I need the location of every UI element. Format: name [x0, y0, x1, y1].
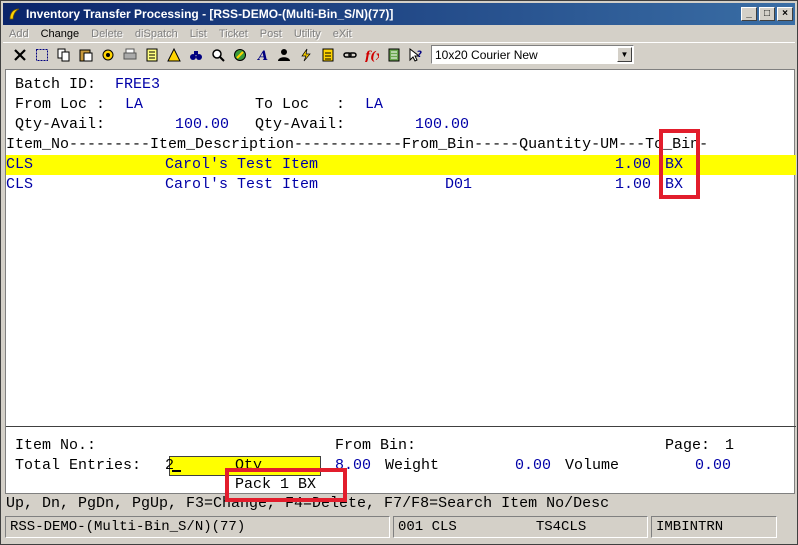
svg-text:?: ? — [417, 50, 422, 60]
select-icon[interactable] — [31, 44, 52, 65]
font-icon[interactable]: A — [251, 44, 272, 65]
maximize-button[interactable]: □ — [759, 7, 775, 21]
close-button[interactable]: × — [777, 7, 793, 21]
font-size-select-value: 10x20 Courier New — [435, 47, 538, 62]
row-item-no[interactable]: CLS — [6, 155, 33, 175]
window-title: Inventory Transfer Processing - [RSS-DEM… — [26, 7, 394, 21]
magnifier-icon[interactable] — [207, 44, 228, 65]
svg-text:A: A — [256, 49, 268, 62]
page-value: 1 — [725, 437, 735, 454]
menu-exit[interactable]: eXit — [333, 28, 352, 40]
application-window: Inventory Transfer Processing - [RSS-DEM… — [0, 0, 798, 545]
footer-divider — [6, 426, 796, 427]
menu-bar: Add Change Delete diSpatch List Ticket P… — [3, 25, 795, 43]
menu-add[interactable]: Add — [9, 28, 29, 40]
pack-annotation-box — [225, 468, 347, 502]
volume-label: Volume — [565, 457, 620, 474]
from-qty-avail-label: Qty-Avail: — [15, 116, 106, 133]
to-loc-label: To Loc : — [255, 96, 346, 113]
to-loc-value[interactable]: LA — [365, 95, 383, 115]
batch-id-value[interactable]: FREE3 — [115, 75, 160, 95]
menu-utility[interactable]: Utility — [294, 28, 321, 40]
menu-change[interactable]: Change — [41, 28, 80, 40]
row-from-bin[interactable]: D01 — [445, 175, 472, 195]
to-qty-avail-label: Qty-Avail: — [255, 116, 346, 133]
status-company: RSS-DEMO-(Multi-Bin_S/N)(77) — [5, 516, 390, 538]
row-description[interactable]: Carol's Test Item — [165, 175, 318, 195]
menu-delete[interactable]: Delete — [91, 28, 123, 40]
toolbar: A f(x) ? 10x20 Courier New ▼ — [3, 42, 795, 66]
grid-header: Item_No---------Item_Description--------… — [6, 136, 709, 153]
item-no-label: Item No.: — [15, 437, 97, 454]
weight-value: 0.00 — [515, 457, 552, 474]
menu-dispatch[interactable]: diSpatch — [135, 28, 178, 40]
from-loc-value[interactable]: LA — [125, 95, 143, 115]
paste-icon[interactable] — [75, 44, 96, 65]
calculator-icon[interactable] — [317, 44, 338, 65]
chevron-down-icon[interactable]: ▼ — [617, 47, 632, 62]
lightning-icon[interactable] — [295, 44, 316, 65]
notes-icon[interactable] — [141, 44, 162, 65]
row-description[interactable]: Carol's Test Item — [165, 155, 318, 175]
notebook-icon[interactable] — [383, 44, 404, 65]
function-icon[interactable]: f(x) — [361, 44, 382, 65]
from-loc-label: From Loc : — [15, 96, 106, 113]
settings-icon[interactable] — [97, 44, 118, 65]
function-key-bar: Up, Dn, PgDn, PgUp, F3=Change, F4=Delete… — [5, 494, 795, 514]
row-quantity[interactable]: 1.00 — [615, 175, 651, 195]
page-label: Page: — [665, 437, 711, 454]
tools-icon[interactable] — [229, 44, 250, 65]
alert-icon[interactable] — [163, 44, 184, 65]
from-qty-avail-value: 100.00 — [175, 116, 230, 133]
to-qty-avail-value: 100.00 — [415, 116, 470, 133]
status-program: IMBINTRN — [651, 516, 777, 538]
menu-ticket[interactable]: Ticket — [219, 28, 248, 40]
batch-id-label: Batch ID: — [15, 76, 97, 93]
help-pointer-icon[interactable]: ? — [405, 44, 426, 65]
menu-post[interactable]: Post — [260, 28, 282, 40]
svg-text:f(x): f(x) — [365, 49, 379, 62]
close-icon[interactable] — [9, 44, 30, 65]
terminal-screen: Batch ID: FREE3 From Loc : LA To Loc : L… — [5, 69, 796, 494]
status-terminal: TS4CLS — [535, 519, 587, 535]
from-bin-label: From Bin: — [335, 437, 417, 454]
menu-list[interactable]: List — [190, 28, 207, 40]
app-icon — [6, 6, 22, 22]
copy-icon[interactable] — [53, 44, 74, 65]
minimize-button[interactable]: _ — [741, 7, 757, 21]
user-icon[interactable] — [273, 44, 294, 65]
status-location-item-text: 001 CLS — [398, 519, 457, 535]
total-entries-value: 2 — [165, 457, 175, 474]
binoculars-icon[interactable] — [185, 44, 206, 65]
row-item-no[interactable]: CLS — [6, 175, 33, 195]
link-icon[interactable] — [339, 44, 360, 65]
volume-value: 0.00 — [695, 457, 732, 474]
um-column-annotation-box — [659, 129, 700, 199]
title-bar[interactable]: Inventory Transfer Processing - [RSS-DEM… — [3, 3, 795, 25]
status-location-item: 001 CLS TS4CLS — [393, 516, 648, 538]
font-size-select[interactable]: 10x20 Courier New ▼ — [431, 45, 634, 64]
item-no-field-wrap — [115, 436, 322, 476]
row-quantity[interactable]: 1.00 — [615, 155, 651, 175]
total-entries-label: Total Entries: — [15, 457, 142, 474]
status-bar: RSS-DEMO-(Multi-Bin_S/N)(77) 001 CLS TS4C… — [5, 516, 795, 540]
weight-label: Weight — [385, 457, 440, 474]
print-setup-icon[interactable] — [119, 44, 140, 65]
